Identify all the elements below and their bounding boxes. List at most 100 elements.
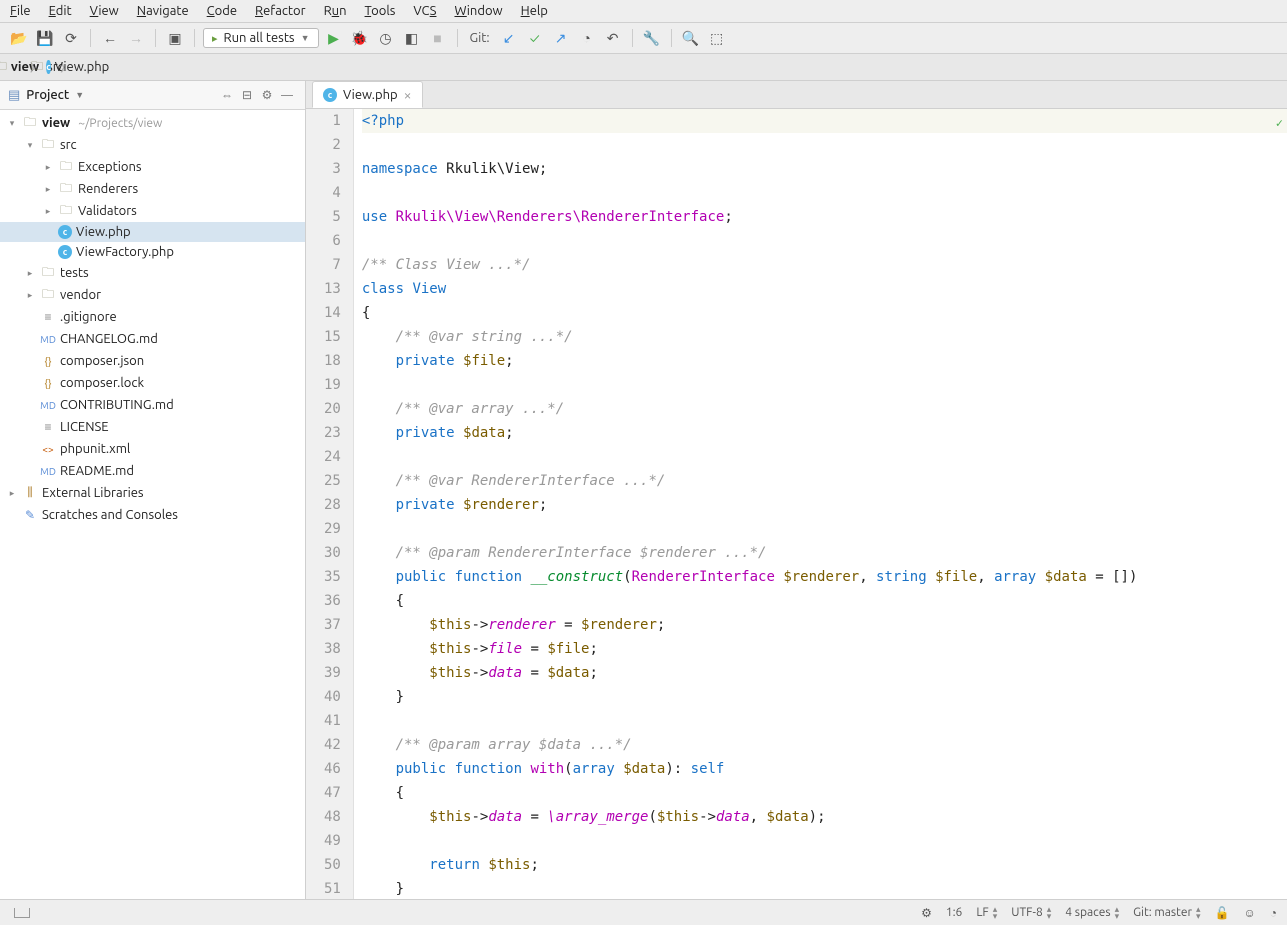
code-line[interactable]: /** Class View ...*/ — [362, 253, 1287, 277]
tree-item[interactable]: ≡LICENSE — [0, 416, 305, 438]
code-line[interactable] — [362, 709, 1287, 733]
menu-refactor[interactable]: Refactor — [255, 4, 306, 18]
line-number[interactable]: 7 — [324, 253, 341, 277]
line-number[interactable]: 37 — [324, 613, 341, 637]
code-line[interactable]: $this->renderer = $renderer; — [362, 613, 1287, 637]
hide-icon[interactable]: — — [277, 85, 297, 105]
code-line[interactable]: /** @param RendererInterface $renderer .… — [362, 541, 1287, 565]
code-line[interactable]: /** @var RendererInterface ...*/ — [362, 469, 1287, 493]
code-line[interactable]: /** @var array ...*/ — [362, 397, 1287, 421]
line-number[interactable]: 42 — [324, 733, 341, 757]
code-line[interactable]: return $this; — [362, 853, 1287, 877]
code-line[interactable] — [362, 445, 1287, 469]
code-line[interactable] — [362, 229, 1287, 253]
menu-help[interactable]: Help — [521, 4, 548, 18]
menu-run[interactable]: Run — [324, 4, 347, 18]
line-number[interactable]: 20 — [324, 397, 341, 421]
project-tree[interactable]: ▾🗀view~/Projects/view▾🗀src▸🗀Exceptions▸🗀… — [0, 110, 305, 899]
close-icon[interactable]: × — [404, 87, 412, 103]
menu-code[interactable]: Code — [207, 4, 237, 18]
menu-tools[interactable]: Tools — [365, 4, 396, 18]
tree-item[interactable]: {}composer.json — [0, 350, 305, 372]
code-line[interactable]: public function with(array $data): self — [362, 757, 1287, 781]
line-number[interactable]: 2 — [324, 133, 341, 157]
git-revert-icon[interactable]: ↶ — [602, 27, 624, 49]
menu-edit[interactable]: Edit — [49, 4, 72, 18]
code-line[interactable]: { — [362, 301, 1287, 325]
tool-window-toggle-icon[interactable] — [14, 908, 30, 918]
git-push-icon[interactable]: ↗ — [550, 27, 572, 49]
indent-setting[interactable]: 4 spaces▴▾ — [1065, 906, 1119, 920]
search-icon[interactable]: 🔍 — [680, 27, 702, 49]
tree-item[interactable]: cView.php — [0, 222, 305, 242]
code-line[interactable]: { — [362, 589, 1287, 613]
gear-icon[interactable]: ⚙ — [257, 85, 277, 105]
tree-item[interactable]: cViewFactory.php — [0, 242, 305, 262]
code-line[interactable] — [362, 829, 1287, 853]
tree-item[interactable]: ▸🗀tests — [0, 262, 305, 284]
scroll-from-source-icon[interactable]: ⇔ — [217, 85, 237, 105]
line-number[interactable]: 15 — [324, 325, 341, 349]
line-number[interactable]: 18 — [324, 349, 341, 373]
arrow-down-icon[interactable]: ▾ — [6, 117, 18, 129]
tree-item[interactable]: MDCHANGELOG.md — [0, 328, 305, 350]
debug-icon[interactable]: 🐞 — [349, 27, 371, 49]
stop-icon[interactable]: ■ — [427, 27, 449, 49]
line-number[interactable]: 28 — [324, 493, 341, 517]
build-icon[interactable]: ▣ — [164, 27, 186, 49]
inspection-ok-icon[interactable]: ✓ — [1276, 111, 1283, 135]
open-icon[interactable]: 📂 — [8, 27, 30, 49]
code-line[interactable] — [362, 373, 1287, 397]
breadcrumb-item[interactable]: cView.php — [71, 60, 85, 74]
code-line[interactable]: private $file; — [362, 349, 1287, 373]
editor-content[interactable]: ✓ <?phpnamespace Rkulik\View;use Rkulik\… — [354, 109, 1287, 899]
tree-item[interactable]: ▾🗀src — [0, 134, 305, 156]
code-line[interactable]: } — [362, 877, 1287, 899]
sidebar-title[interactable]: Project — [26, 88, 69, 102]
code-line[interactable]: /** @var string ...*/ — [362, 325, 1287, 349]
back-icon[interactable]: ← — [99, 27, 121, 49]
arrow-right-icon[interactable]: ▸ — [24, 289, 36, 301]
code-line[interactable] — [362, 517, 1287, 541]
tree-item[interactable]: MDREADME.md — [0, 460, 305, 482]
line-number[interactable]: 48 — [324, 805, 341, 829]
code-line[interactable]: { — [362, 781, 1287, 805]
code-line[interactable]: namespace Rkulik\View; — [362, 157, 1287, 181]
tree-item[interactable]: <>phpunit.xml — [0, 438, 305, 460]
line-separator[interactable]: LF▴▾ — [976, 906, 997, 920]
line-number[interactable]: 30 — [324, 541, 341, 565]
line-number[interactable]: 1 — [324, 109, 341, 133]
line-number[interactable]: 49 — [324, 829, 341, 853]
menu-navigate[interactable]: Navigate — [137, 4, 189, 18]
menu-vcs[interactable]: VCS — [413, 4, 436, 18]
line-number[interactable]: 38 — [324, 637, 341, 661]
breadcrumb-item[interactable]: 🗀view — [10, 60, 24, 74]
tree-item[interactable]: MDCONTRIBUTING.md — [0, 394, 305, 416]
line-number[interactable]: 25 — [324, 469, 341, 493]
line-number[interactable]: 24 — [324, 445, 341, 469]
line-number[interactable]: 41 — [324, 709, 341, 733]
line-number[interactable]: 40 — [324, 685, 341, 709]
profile-icon[interactable]: ◧ — [401, 27, 423, 49]
coverage-icon[interactable]: ◷ — [375, 27, 397, 49]
arrow-right-icon[interactable]: ▸ — [42, 161, 54, 173]
line-number[interactable]: 29 — [324, 517, 341, 541]
tree-item[interactable]: ▸🗀Exceptions — [0, 156, 305, 178]
editor-tab[interactable]: c View.php × — [312, 81, 423, 108]
tree-item[interactable]: ▸⫼External Libraries — [0, 482, 305, 504]
code-line[interactable]: private $renderer; — [362, 493, 1287, 517]
line-number[interactable]: 14 — [324, 301, 341, 325]
arrow-right-icon[interactable]: ▸ — [42, 183, 54, 195]
arrow-right-icon[interactable]: ▸ — [24, 267, 36, 279]
line-number[interactable]: 36 — [324, 589, 341, 613]
line-number[interactable]: 5 — [324, 205, 341, 229]
git-branch[interactable]: Git: master▴▾ — [1133, 906, 1200, 920]
lock-icon[interactable]: 🔓 — [1215, 906, 1230, 920]
background-tasks-icon[interactable]: ⚙ — [921, 906, 932, 920]
line-number[interactable]: 51 — [324, 877, 341, 901]
code-line[interactable]: <?php — [362, 109, 1287, 133]
tree-item[interactable]: ≡.gitignore — [0, 306, 305, 328]
arrow-down-icon[interactable]: ▾ — [24, 139, 36, 151]
line-number[interactable]: 3 — [324, 157, 341, 181]
run-icon[interactable]: ▶ — [323, 27, 345, 49]
